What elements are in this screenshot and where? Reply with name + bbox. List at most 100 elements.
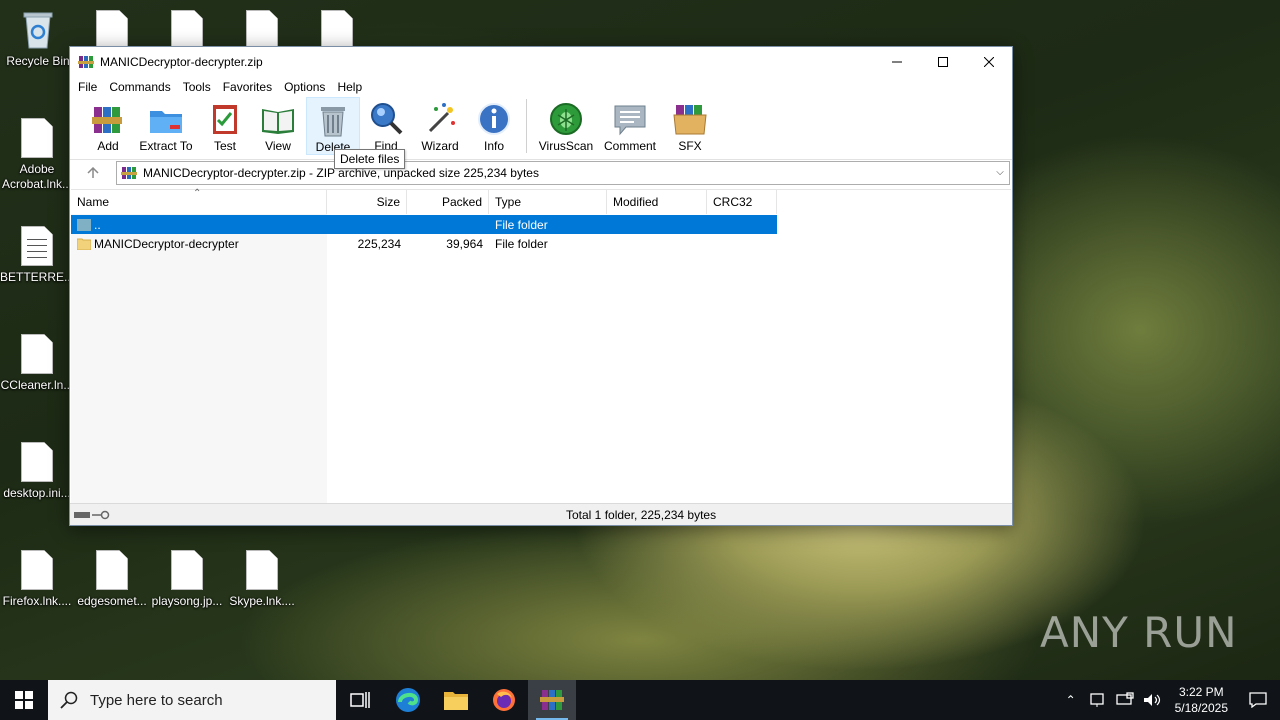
menu-favorites[interactable]: Favorites	[217, 77, 278, 97]
task-view-button[interactable]	[336, 680, 384, 720]
column-header: ⌃ Name Size Packed Type Modified CRC32	[71, 188, 777, 214]
sfx-button[interactable]: SFX	[661, 97, 719, 155]
start-button[interactable]	[0, 680, 48, 720]
test-clipboard-icon	[213, 105, 237, 134]
delete-button[interactable]: Delete	[306, 97, 360, 155]
status-bar: Total 1 folder, 225,234 bytes	[70, 503, 1012, 525]
address-row: MANICDecryptor-decrypter.zip - ZIP archi…	[70, 159, 1012, 185]
desktop-icon-playsong[interactable]: playsong.jp...	[149, 550, 225, 609]
column-modified[interactable]: Modified	[607, 190, 707, 214]
minimize-icon	[892, 61, 902, 63]
virus-scan-icon	[550, 103, 582, 135]
notifications-button[interactable]	[1236, 680, 1280, 720]
clock[interactable]: 3:22 PM 5/18/2025	[1167, 684, 1236, 716]
file-explorer-taskbar-button[interactable]	[432, 680, 480, 720]
desktop-icon-label: Skype.lnk....	[229, 594, 295, 608]
file-explorer-icon	[444, 692, 468, 710]
winrar-taskbar-button[interactable]	[528, 680, 576, 720]
firefox-icon	[493, 689, 515, 711]
file-icon	[96, 10, 128, 50]
maximize-button[interactable]	[920, 47, 966, 77]
wizard-button[interactable]: Wizard	[412, 97, 468, 155]
firefox-taskbar-button[interactable]	[480, 680, 528, 720]
extract-to-button[interactable]: Extract To	[132, 97, 200, 155]
row-packed: 39,964	[446, 236, 483, 251]
address-bar[interactable]: MANICDecryptor-decrypter.zip - ZIP archi…	[116, 160, 1010, 185]
column-packed[interactable]: Packed	[407, 190, 489, 214]
minimize-button[interactable]	[874, 47, 920, 77]
taskbar: Type here to search ⌃ 3:22 PM 5/18/2025	[0, 680, 1280, 720]
column-crc32[interactable]: CRC32	[707, 190, 777, 214]
file-list[interactable]: ⌃ Name Size Packed Type Modified CRC32 .…	[71, 188, 1011, 503]
winrar-icon	[78, 56, 94, 68]
virusscan-label: VirusScan	[538, 139, 594, 153]
anyrun-watermark: ANY RUN	[1040, 608, 1238, 657]
view-label: View	[265, 139, 291, 153]
toolbar-separator	[526, 99, 527, 153]
title-bar[interactable]: MANICDecryptor-decrypter.zip	[70, 47, 1012, 77]
key-icon	[92, 510, 110, 519]
desktop-icon-betterre[interactable]: BETTERRE...	[0, 226, 75, 285]
info-button[interactable]: Info	[468, 97, 520, 155]
column-type[interactable]: Type	[489, 190, 607, 214]
desktop-icon-label: CCleaner.ln...	[0, 378, 74, 392]
test-button[interactable]: Test	[200, 97, 250, 155]
desktop-icon-desktop-ini[interactable]: desktop.ini...	[0, 442, 75, 501]
edge-taskbar-button[interactable]	[384, 680, 432, 720]
network-icon[interactable]	[1113, 692, 1137, 708]
winrar-archive-icon	[121, 166, 137, 179]
file-icon	[246, 550, 278, 590]
desktop-icon-skype[interactable]: Skype.lnk....	[224, 550, 300, 609]
add-button[interactable]: Add	[84, 97, 132, 155]
winrar-icon	[540, 690, 564, 710]
volume-icon[interactable]	[1141, 692, 1165, 708]
close-button[interactable]	[966, 47, 1012, 77]
system-tray: ⌃ 3:22 PM 5/18/2025	[1059, 680, 1280, 720]
folder-up-icon	[77, 218, 91, 231]
extract-folder-icon	[150, 111, 182, 133]
menu-help[interactable]: Help	[331, 77, 368, 97]
arrow-up-icon	[87, 166, 99, 178]
recycle-bin-icon	[23, 12, 53, 49]
menu-file[interactable]: File	[72, 77, 103, 97]
magic-wand-icon	[428, 103, 455, 133]
file-icon	[21, 118, 53, 158]
menu-options[interactable]: Options	[278, 77, 331, 97]
menu-commands[interactable]: Commands	[103, 77, 176, 97]
file-icon	[246, 10, 278, 50]
virusscan-button[interactable]: VirusScan	[533, 97, 599, 155]
network-drive-icon[interactable]	[1085, 692, 1109, 708]
table-row[interactable]: .. File folder	[71, 215, 777, 234]
column-name[interactable]: ⌃ Name	[71, 188, 327, 214]
maximize-icon	[938, 57, 948, 67]
edge-icon	[396, 688, 420, 712]
desktop-icon-firefox[interactable]: Firefox.lnk....	[0, 550, 75, 609]
file-icon	[171, 10, 203, 50]
info-icon	[478, 103, 510, 135]
windows-logo-icon	[15, 691, 33, 709]
desktop-icon-recycle-bin[interactable]: Recycle Bin	[0, 8, 76, 69]
chevron-down-icon[interactable]: ⌵	[991, 167, 1009, 178]
search-placeholder: Type here to search	[90, 691, 223, 709]
drive-icon	[74, 511, 90, 518]
column-size[interactable]: Size	[327, 190, 407, 214]
comment-button[interactable]: Comment	[599, 97, 661, 155]
taskbar-search-box[interactable]: Type here to search	[48, 680, 336, 720]
desktop-icon-ccleaner[interactable]: CCleaner.ln...	[0, 334, 75, 393]
column-name-label: Name	[77, 195, 110, 209]
view-button[interactable]: View	[250, 97, 306, 155]
desktop-icon-edge[interactable]: edgesomet...	[74, 550, 150, 609]
desktop-icon-label: Firefox.lnk....	[2, 594, 72, 608]
up-folder-button[interactable]	[70, 161, 116, 185]
chevron-up-icon[interactable]: ⌃	[1059, 693, 1083, 707]
table-row[interactable]: MANICDecryptor-decrypter 225,234 39,964 …	[71, 234, 777, 253]
file-icon	[21, 442, 53, 482]
row-name: ..	[94, 217, 101, 232]
menu-tools[interactable]: Tools	[177, 77, 217, 97]
task-view-icon	[350, 692, 370, 708]
notification-icon	[1249, 692, 1267, 708]
close-icon	[984, 57, 994, 67]
find-button[interactable]: Find	[360, 97, 412, 155]
row-name: MANICDecryptor-decrypter	[94, 236, 239, 251]
desktop-icon-adobe[interactable]: Adobe Acrobat.lnk...	[0, 118, 75, 192]
